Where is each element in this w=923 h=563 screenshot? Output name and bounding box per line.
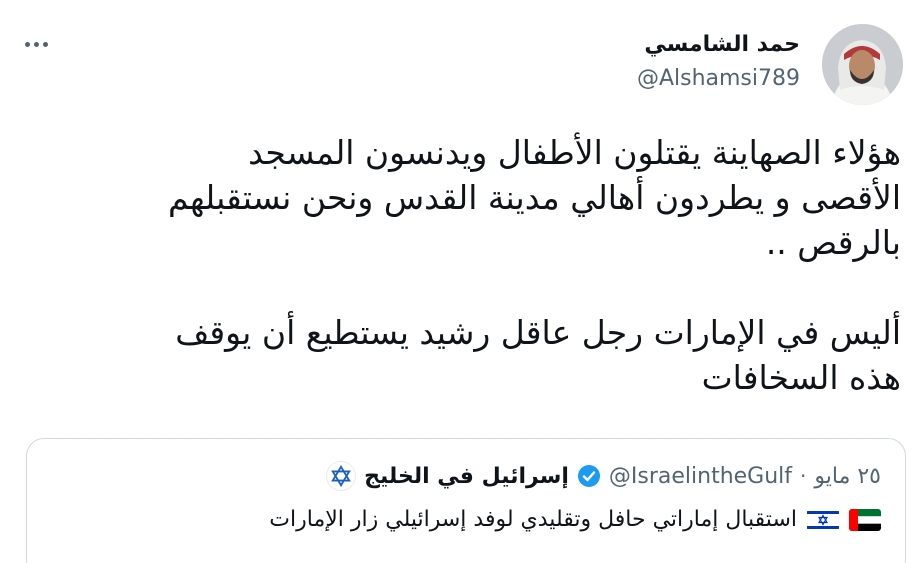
quoted-tweet-date[interactable]: ٢٥ مايو (814, 464, 881, 489)
quoted-tweet-body: استقبال إماراتي حافل وتقليدي لوفد إسرائي… (269, 507, 881, 532)
more-dot (33, 41, 39, 47)
quoted-tweet-text: استقبال إماراتي حافل وتقليدي لوفد إسرائي… (269, 507, 797, 532)
quoted-author-name[interactable]: إسرائيل في الخليج (364, 464, 569, 489)
author-info: حمد الشامسي @Alshamsi789 (637, 28, 800, 96)
user-avatar-icon (822, 24, 903, 105)
star-of-david-icon (331, 465, 352, 487)
tweet-line-gap (21, 265, 901, 310)
author-avatar[interactable] (822, 24, 903, 105)
tweet-line: هذه السخافات (701, 358, 901, 397)
israel-flag-icon (807, 508, 839, 531)
more-options-button[interactable] (16, 30, 56, 58)
tweet-line: الأقصى و يطردون أهالي مدينة القدس ونحن ن… (168, 178, 901, 217)
tweet-text: هؤلاء الصهاينة يقتلون الأطفال ويدنسون ال… (21, 130, 901, 400)
author-handle[interactable]: @Alshamsi789 (637, 62, 800, 96)
tweet-line: هؤلاء الصهاينة يقتلون الأطفال ويدنسون ال… (248, 133, 901, 172)
more-dot (42, 41, 48, 47)
author-display-name[interactable]: حمد الشامسي (637, 28, 800, 62)
quoted-tweet-header: إسرائيل في الخليج @IsraelintheGulf · ٢٥ … (326, 461, 881, 491)
verified-badge-icon (577, 465, 600, 487)
quoted-author-handle[interactable]: @IsraelintheGulf (609, 464, 792, 489)
dot-separator: · (800, 464, 807, 488)
quoted-author-avatar[interactable] (326, 461, 357, 491)
quoted-tweet-card[interactable]: إسرائيل في الخليج @IsraelintheGulf · ٢٥ … (26, 438, 906, 563)
uae-flag-icon (849, 508, 881, 531)
tweet-line: بالرقص .. (765, 223, 901, 262)
tweet-line: أليس في الإمارات رجل عاقل رشيد يستطيع أن… (175, 313, 901, 352)
more-dot (24, 41, 30, 47)
